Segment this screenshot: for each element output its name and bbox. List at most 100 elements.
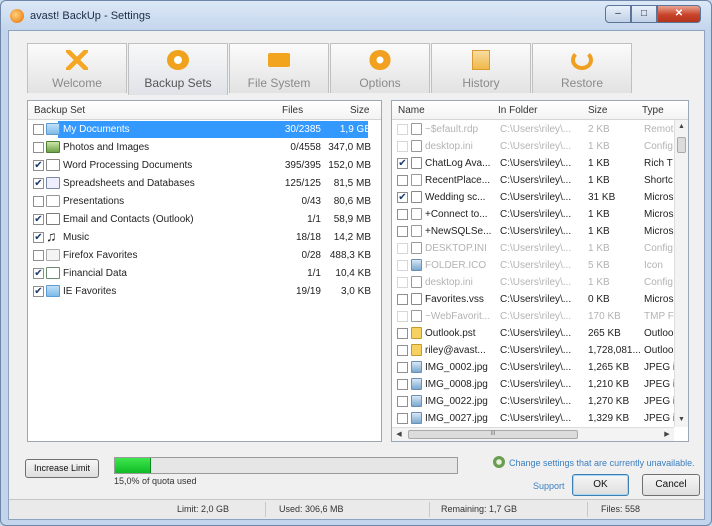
backup-set-row[interactable]: ✔ Spreadsheets and Databases 125/125 81,5 M… — [28, 175, 381, 192]
file-checkbox[interactable] — [397, 209, 408, 220]
column-header-files[interactable]: Files — [282, 105, 303, 116]
file-checkbox[interactable] — [397, 226, 408, 237]
scroll-left-arrow-icon[interactable]: ◀ — [392, 428, 406, 441]
file-type: Config — [644, 141, 673, 152]
tab-options[interactable]: Options — [330, 43, 430, 93]
file-row[interactable]: FOLDER.ICO C:\Users\riley\... 5 KB Icon — [392, 257, 674, 274]
backup-set-checkbox[interactable]: ✔ — [33, 232, 44, 243]
file-checkbox[interactable] — [397, 396, 408, 407]
backup-set-checkbox[interactable]: ✔ — [33, 286, 44, 297]
backup-set-row[interactable]: ✔ Financial Data 1/1 10,4 KB — [28, 265, 381, 282]
tab-backup-sets[interactable]: Backup Sets — [128, 43, 228, 95]
maximize-button[interactable]: □ — [631, 5, 657, 23]
scroll-up-arrow-icon[interactable]: ▲ — [675, 120, 688, 134]
file-row[interactable]: IMG_0002.jpg C:\Users\riley\... 1,265 KB JP… — [392, 359, 674, 376]
tab-file-system[interactable]: File System — [229, 43, 329, 93]
tab-restore[interactable]: Restore — [532, 43, 632, 93]
backup-set-row[interactable]: ✔ Word Processing Documents 395/395 152,0 M… — [28, 157, 381, 174]
file-row[interactable]: RecentPlace... C:\Users\riley\... 1 KB Shor… — [392, 172, 674, 189]
file-row[interactable]: Favorites.vss C:\Users\riley\... 0 KB Micro… — [392, 291, 674, 308]
backup-set-checkbox[interactable] — [33, 142, 44, 153]
database-icon — [46, 177, 60, 189]
file-checkbox[interactable] — [397, 175, 408, 186]
column-header-in-folder[interactable]: In Folder — [498, 105, 537, 116]
files-list[interactable]: Name In Folder Size Type ~$efault.rdp C:\… — [391, 100, 689, 442]
title-bar[interactable]: avast! BackUp - Settings – □ ✕ — [1, 1, 711, 31]
change-settings-link[interactable]: Change settings that are currently unava… — [493, 458, 695, 468]
minimize-button[interactable]: – — [605, 5, 631, 23]
column-header-type[interactable]: Type — [642, 105, 664, 116]
status-bar: Limit: 2,0 GB Used: 306,6 MB Remaining: … — [9, 499, 704, 519]
file-checkbox[interactable] — [397, 379, 408, 390]
tab-history[interactable]: History — [431, 43, 531, 93]
file-name: desktop.ini — [425, 141, 473, 152]
increase-limit-button[interactable]: Increase Limit — [25, 459, 99, 478]
backup-set-checkbox[interactable] — [33, 124, 44, 135]
file-checkbox[interactable] — [397, 243, 408, 254]
backup-set-row[interactable]: Photos and Images 0/4558 347,0 MB — [28, 139, 381, 156]
file-row[interactable]: ✔ Wedding sc... C:\Users\riley\... 31 KB Mic… — [392, 189, 674, 206]
file-row[interactable]: IMG_0008.jpg C:\Users\riley\... 1,210 KB JP… — [392, 376, 674, 393]
ok-button[interactable]: OK — [572, 474, 629, 496]
backup-set-checkbox[interactable]: ✔ — [33, 214, 44, 225]
file-folder: C:\Users\riley\... — [500, 260, 572, 271]
column-header-size[interactable]: Size — [588, 105, 607, 116]
backup-set-checkbox[interactable]: ✔ — [33, 178, 44, 189]
file-checkbox[interactable] — [397, 260, 408, 271]
backup-set-row[interactable]: Presentations 0/43 80,6 MB — [28, 193, 381, 210]
file-row[interactable]: ~WebFavorit... C:\Users\riley\... 170 KB TM… — [392, 308, 674, 325]
column-header-name[interactable]: Name — [398, 105, 425, 116]
file-row[interactable]: desktop.ini C:\Users\riley\... 1 KB Config — [392, 138, 674, 155]
scroll-thumb[interactable] — [677, 137, 686, 153]
backup-sets-list[interactable]: Backup Set Files Size My Documents 30/238… — [27, 100, 382, 442]
horizontal-scrollbar[interactable]: ◀ III ▶ — [392, 427, 674, 441]
column-header-size[interactable]: Size — [350, 105, 369, 116]
file-checkbox[interactable] — [397, 294, 408, 305]
cancel-button[interactable]: Cancel — [642, 474, 700, 496]
backup-set-checkbox[interactable] — [33, 250, 44, 261]
file-checkbox[interactable]: ✔ — [397, 158, 408, 169]
backup-set-row[interactable]: Firefox Favorites 0/28 488,3 KB — [28, 247, 381, 264]
file-checkbox[interactable] — [397, 277, 408, 288]
file-row[interactable]: IMG_0022.jpg C:\Users\riley\... 1,270 KB JP… — [392, 393, 674, 410]
vertical-scrollbar[interactable]: ▲ ▼ — [674, 120, 688, 427]
file-checkbox[interactable]: ✔ — [397, 192, 408, 203]
file-row[interactable]: IMG_0027.jpg C:\Users\riley\... 1,329 KB JP… — [392, 410, 674, 427]
file-checkbox[interactable] — [397, 413, 408, 424]
close-button[interactable]: ✕ — [657, 5, 701, 23]
file-checkbox[interactable] — [397, 141, 408, 152]
scroll-right-arrow-icon[interactable]: ▶ — [660, 428, 674, 441]
file-checkbox[interactable] — [397, 311, 408, 322]
file-row[interactable]: riley@avast... C:\Users\riley\... 1,728,08… — [392, 342, 674, 359]
file-row[interactable]: desktop.ini C:\Users\riley\... 1 KB Config — [392, 274, 674, 291]
file-type: TMP F — [644, 311, 674, 322]
support-link[interactable]: Support — [533, 481, 565, 491]
file-row[interactable]: +Connect to... C:\Users\riley\... 1 KB Micr… — [392, 206, 674, 223]
file-checkbox[interactable] — [397, 124, 408, 135]
file-checkbox[interactable] — [397, 328, 408, 339]
file-name: ChatLog Ava... — [425, 158, 491, 169]
file-checkbox[interactable] — [397, 362, 408, 373]
file-name: Outlook.pst — [425, 328, 476, 339]
scroll-thumb[interactable]: III — [408, 430, 578, 439]
file-size: 1 KB — [588, 209, 610, 220]
backup-set-row[interactable]: ✔ ♫ Music 18/18 14,2 MB — [28, 229, 381, 246]
file-row[interactable]: ✔ ChatLog Ava... C:\Users\riley\... 1 KB Ric… — [392, 155, 674, 172]
file-row[interactable]: ~$efault.rdp C:\Users\riley\... 2 KB Remot — [392, 121, 674, 138]
scroll-down-arrow-icon[interactable]: ▼ — [675, 413, 688, 427]
backup-set-checkbox[interactable]: ✔ — [33, 268, 44, 279]
backup-set-row[interactable]: ✔ Email and Contacts (Outlook) 1/1 58,9 MB — [28, 211, 381, 228]
backup-set-checkbox[interactable]: ✔ — [33, 160, 44, 171]
file-row[interactable]: DESKTOP.INI C:\Users\riley\... 1 KB Config — [392, 240, 674, 257]
status-used: Used: 306,6 MB — [279, 504, 344, 514]
file-checkbox[interactable] — [397, 345, 408, 356]
file-row[interactable]: Outlook.pst C:\Users\riley\... 265 KB Outlo… — [392, 325, 674, 342]
file-row[interactable]: +NewSQLSe... C:\Users\riley\... 1 KB Micros — [392, 223, 674, 240]
backup-set-row[interactable]: My Documents 30/2385 1,9 GB — [28, 121, 381, 138]
backup-set-name: My Documents — [63, 124, 130, 135]
backup-set-row[interactable]: ✔ IE Favorites 19/19 3,0 KB — [28, 283, 381, 300]
tab-welcome[interactable]: Welcome — [27, 43, 127, 93]
text-file-icon — [411, 123, 422, 135]
backup-set-checkbox[interactable] — [33, 196, 44, 207]
column-header-backup-set[interactable]: Backup Set — [34, 105, 85, 116]
